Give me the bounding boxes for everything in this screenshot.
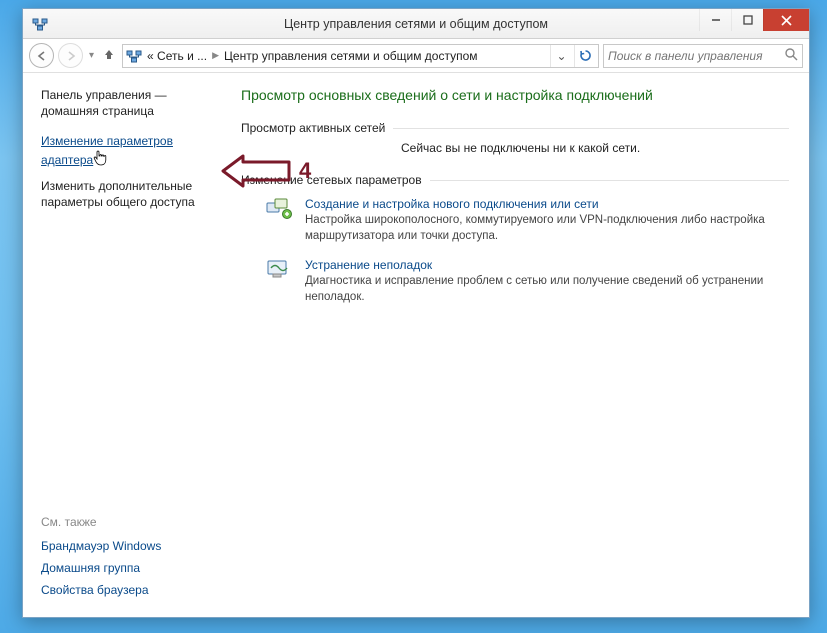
close-button[interactable] [763, 9, 809, 31]
main-panel: Просмотр основных сведений о сети и наст… [223, 73, 809, 617]
divider [393, 128, 789, 129]
sidebar: Панель управления — домашняя страница Из… [23, 73, 223, 617]
search-box[interactable] [603, 44, 803, 68]
sidebar-link-firewall[interactable]: Брандмауэр Windows [41, 539, 211, 553]
history-dropdown-icon[interactable]: ▾ [87, 50, 96, 61]
refresh-button[interactable] [574, 45, 596, 67]
setup-connection-desc: Настройка широкополосного, коммутируемог… [305, 213, 789, 244]
forward-button[interactable] [58, 43, 83, 68]
see-also-label: См. также [41, 515, 211, 529]
search-icon[interactable] [785, 48, 798, 64]
setup-connection-icon [265, 197, 293, 221]
change-settings-label: Изменение сетевых параметров [241, 173, 422, 187]
troubleshoot-desc: Диагностика и исправление проблем с сеть… [305, 274, 789, 305]
setup-connection-title[interactable]: Создание и настройка нового подключения … [305, 197, 789, 211]
minimize-button[interactable] [699, 9, 731, 31]
control-panel-window: Центр управления сетями и общим доступом… [22, 8, 810, 618]
breadcrumb-segment[interactable]: Центр управления сетями и общим доступом [222, 49, 480, 63]
search-input[interactable] [608, 49, 785, 63]
sidebar-link-homegroup[interactable]: Домашняя группа [41, 561, 211, 575]
sidebar-link-sharing-settings[interactable]: Изменить дополнительные параметры общего… [41, 178, 211, 210]
troubleshoot-item[interactable]: Устранение неполадок Диагностика и испра… [265, 258, 789, 305]
chevron-right-icon[interactable]: ▶ [211, 50, 220, 61]
active-networks-label: Просмотр активных сетей [241, 121, 385, 135]
up-button[interactable] [100, 47, 118, 64]
not-connected-message: Сейчас вы не подключены ни к какой сети. [401, 141, 789, 155]
content-area: Панель управления — домашняя страница Из… [23, 73, 809, 617]
troubleshoot-title[interactable]: Устранение неполадок [305, 258, 789, 272]
nav-toolbar: ▾ « Сеть и ... ▶ Центр управления сетями… [23, 39, 809, 73]
page-heading: Просмотр основных сведений о сети и наст… [241, 87, 789, 103]
sidebar-link-browser[interactable]: Свойства браузера [41, 583, 211, 597]
setup-connection-item[interactable]: Создание и настройка нового подключения … [265, 197, 789, 244]
sidebar-link-adapter-settings[interactable]: Изменение параметров адаптера [41, 133, 211, 167]
window-title: Центр управления сетями и общим доступом [23, 17, 809, 31]
cursor-hand-icon [93, 150, 107, 168]
network-center-icon [31, 15, 49, 33]
network-center-icon [125, 47, 143, 65]
troubleshoot-icon [265, 258, 293, 282]
sidebar-home-link[interactable]: Панель управления — домашняя страница [41, 87, 211, 119]
titlebar: Центр управления сетями и общим доступом [23, 9, 809, 39]
breadcrumb-segment[interactable]: « Сеть и ... [145, 49, 209, 63]
divider [430, 180, 789, 181]
address-dropdown-icon[interactable]: ⌄ [550, 45, 572, 67]
address-bar[interactable]: « Сеть и ... ▶ Центр управления сетями и… [122, 44, 599, 68]
back-button[interactable] [29, 43, 54, 68]
maximize-button[interactable] [731, 9, 763, 31]
